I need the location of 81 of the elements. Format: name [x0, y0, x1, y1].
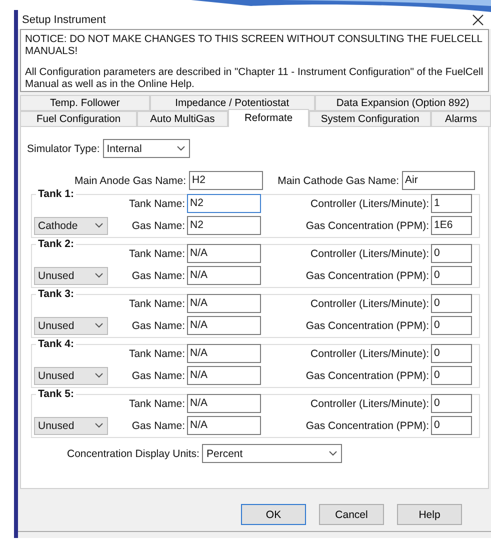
caret-icon: [176, 146, 185, 151]
dialog-button[interactable]: Cancel: [319, 504, 384, 525]
caret-icon: [95, 223, 103, 228]
input-field[interactable]: N/A: [187, 266, 261, 285]
tab[interactable]: System Configuration: [309, 111, 432, 127]
field-label: Controller (Liters/Minute):: [310, 398, 429, 410]
usage-dropdown[interactable]: Cathode: [34, 216, 108, 234]
tab[interactable]: Auto MultiGas: [137, 111, 228, 127]
group-title: Tank 5:: [37, 388, 75, 400]
field-label: Gas Name:: [130, 370, 185, 382]
field-label: Tank Name:: [128, 198, 185, 210]
input-field[interactable]: 0: [431, 316, 472, 335]
field-label: Controller (Liters/Minute):: [310, 248, 429, 260]
field-label: Tank Name:: [128, 348, 185, 360]
input-field[interactable]: N/A: [187, 416, 261, 435]
field-label: Gas Name:: [130, 420, 185, 432]
tab[interactable]: Reformate: [228, 109, 310, 127]
close-button[interactable]: [471, 12, 485, 26]
caret-icon: [95, 423, 103, 428]
input-field[interactable]: Air: [402, 171, 475, 190]
input-field[interactable]: 1: [431, 194, 472, 213]
caret-icon: [95, 323, 103, 328]
input-field[interactable]: N/A: [187, 294, 261, 313]
close-icon: [471, 12, 485, 26]
group-title: Tank 4:: [37, 338, 75, 350]
field-label: Main Cathode Gas Name:: [276, 174, 399, 186]
field-label: Gas Concentration (PPM):: [304, 320, 429, 332]
caret-icon: [95, 373, 103, 378]
group-title: Tank 3:: [37, 288, 75, 300]
tab[interactable]: Alarms: [431, 111, 491, 127]
tab[interactable]: Fuel Configuration: [20, 111, 138, 127]
input-field[interactable]: N/A: [187, 366, 261, 385]
usage-dropdown[interactable]: Unused: [34, 266, 108, 284]
field-label: Controller (Liters/Minute):: [310, 298, 429, 310]
input-field[interactable]: N/A: [187, 394, 261, 413]
field-label: Gas Name:: [130, 320, 185, 332]
field-label: Tank Name:: [128, 398, 185, 410]
input-field[interactable]: N/A: [187, 344, 261, 363]
field-label: Simulator Type:: [27, 142, 100, 154]
dialog-button[interactable]: Help: [397, 504, 462, 525]
usage-dropdown[interactable]: Unused: [34, 416, 108, 434]
field-label: Tank Name:: [128, 248, 185, 260]
input-field[interactable]: 0: [431, 394, 472, 413]
field-label: Main Anode Gas Name:: [74, 174, 186, 186]
caret-icon: [329, 451, 338, 456]
warning-text: NOTICE: DO NOT MAKE CHANGES TO THIS SCREEN WITHOUT CONSULTING THE FUELCELL MANUALS!: [25, 34, 484, 58]
dialog-button[interactable]: OK: [241, 504, 306, 525]
group-title: Tank 1:: [37, 188, 75, 200]
tab[interactable]: Temp. Follower: [20, 95, 150, 111]
input-field[interactable]: 0: [431, 294, 472, 313]
input-field[interactable]: 0: [431, 344, 472, 363]
info-text: All Configuration parameters are described in "Chapter 11 - Instrument Configuration" of the FuelCell Manual as well as in the Online Help.: [25, 67, 484, 91]
input-field[interactable]: 0: [431, 416, 472, 435]
field-label: Gas Name:: [130, 270, 185, 282]
tab[interactable]: Impedance / Potentiostat: [150, 95, 314, 111]
window-title: Setup Instrument: [22, 14, 106, 26]
field-label: Controller (Liters/Minute):: [310, 198, 429, 210]
field-label: Gas Concentration (PPM):: [304, 270, 429, 282]
input-field[interactable]: N2: [187, 216, 261, 235]
units-dropdown[interactable]: Percent: [202, 444, 342, 463]
field-label: Tank Name:: [128, 298, 185, 310]
input-field[interactable]: H2: [189, 171, 263, 190]
tab[interactable]: Data Expansion (Option 892): [314, 95, 491, 111]
input-field[interactable]: 0: [431, 366, 472, 385]
input-field[interactable]: 0: [431, 244, 472, 263]
group-title: Tank 2:: [37, 238, 75, 250]
field-label: Gas Concentration (PPM):: [304, 220, 429, 232]
input-field[interactable]: 0: [431, 266, 472, 285]
caret-icon: [95, 273, 103, 278]
field-label: Gas Name:: [130, 220, 185, 232]
field-label: Controller (Liters/Minute):: [310, 348, 429, 360]
field-label: Gas Concentration (PPM):: [304, 370, 429, 382]
field-label: Concentration Display Units:: [67, 448, 200, 460]
input-field[interactable]: N/A: [187, 244, 261, 263]
usage-dropdown[interactable]: Unused: [34, 366, 108, 384]
field-label: Gas Concentration (PPM):: [304, 420, 429, 432]
input-field[interactable]: N/A: [187, 316, 261, 335]
usage-dropdown[interactable]: Unused: [34, 316, 108, 334]
simulator-type-dropdown[interactable]: Internal: [102, 139, 190, 158]
input-field[interactable]: N2: [187, 194, 261, 213]
input-field[interactable]: 1E6: [431, 216, 472, 235]
